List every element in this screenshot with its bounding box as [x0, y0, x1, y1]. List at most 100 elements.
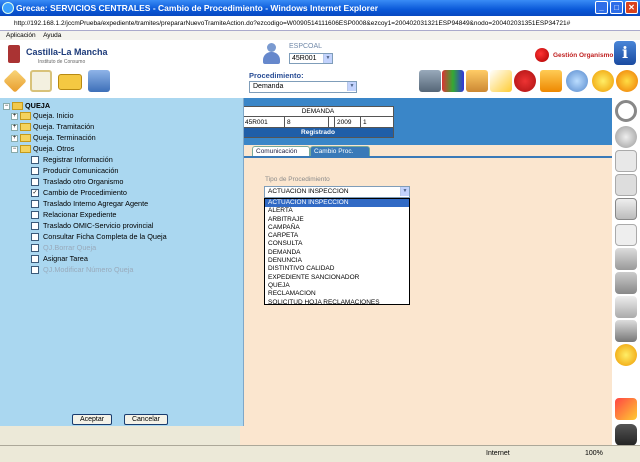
pages-icon[interactable]	[615, 174, 637, 196]
checkbox[interactable]	[31, 200, 39, 209]
computer-icon[interactable]	[419, 70, 441, 92]
gestion-icon[interactable]	[535, 48, 549, 62]
close-button[interactable]: ✕	[625, 1, 638, 14]
dropdown-option[interactable]: DEMANDA	[265, 249, 409, 257]
tree-item[interactable]: Traslado Interno Agregar Agente	[31, 199, 148, 209]
dropdown-option[interactable]: CONSULTA	[265, 240, 409, 248]
dropdown-option[interactable]: RECLAMACION	[265, 290, 409, 298]
gestion-organismo-link[interactable]: Gestión Organismo	[553, 52, 613, 59]
dropdown-option[interactable]: DISTINTIVO CALIDAD	[265, 265, 409, 273]
checkbox-checked[interactable]: ✓	[31, 189, 39, 198]
globe-icon[interactable]	[566, 70, 588, 92]
printer-icon[interactable]	[615, 248, 637, 270]
expediente-title: DEMANDA	[243, 107, 393, 117]
dropdown-option[interactable]: ACTUACION INSPECCION	[265, 199, 409, 208]
expediente-status: Registrado	[243, 128, 393, 137]
dropdown-option[interactable]: CAMPAÑA	[265, 224, 409, 232]
menu-aplicacion[interactable]: Aplicación	[6, 32, 36, 39]
folder-icon[interactable]	[58, 74, 82, 90]
user-icon	[262, 43, 280, 65]
chevron-down-icon: ▼	[400, 187, 409, 196]
address-bar[interactable]: http://192.168.1.2/jccmPrueba/expediente…	[0, 16, 640, 31]
tab-comunicacion[interactable]: Comunicación	[252, 146, 310, 156]
tab-cambio-proc[interactable]: Cambio Proc.	[310, 146, 370, 156]
checkbox[interactable]	[31, 211, 39, 220]
dropdown-option[interactable]: EXPEDIENTE SANCIONADOR	[265, 274, 409, 282]
document-icon[interactable]	[615, 150, 637, 172]
dropdown-option[interactable]: QUEJA	[265, 282, 409, 290]
minimize-button[interactable]: _	[595, 1, 608, 14]
save-disk-icon[interactable]	[88, 70, 110, 92]
fax-icon[interactable]	[615, 320, 637, 342]
procedimiento-select[interactable]: Demanda ▼	[249, 81, 357, 93]
expand-icon[interactable]: +	[11, 123, 18, 131]
expediente-field: 45R001	[243, 117, 285, 127]
ball-icon[interactable]	[514, 70, 536, 92]
exit-car-icon[interactable]	[615, 424, 637, 446]
tipo-procedimiento-select[interactable]: ACTUACION INSPECCION ▼	[264, 186, 410, 198]
dropdown-option[interactable]: ALERTA	[265, 207, 409, 215]
user-select-value: 45R001	[292, 55, 317, 62]
dropdown-option[interactable]: DENUNCIA	[265, 257, 409, 265]
tree-item[interactable]: Producir Comunicación	[31, 166, 118, 176]
tree-folder[interactable]: + Queja. Inicio	[11, 111, 74, 121]
envelope-icon[interactable]	[490, 70, 512, 92]
magnifier-icon[interactable]	[615, 100, 637, 122]
collapse-icon[interactable]: −	[3, 102, 10, 110]
sun-icon[interactable]	[616, 70, 638, 92]
ie-icon	[2, 2, 14, 14]
cylinder-icon[interactable]	[615, 296, 637, 318]
expand-icon[interactable]: +	[11, 134, 18, 142]
disk-icon[interactable]	[615, 198, 637, 220]
checkbox[interactable]	[31, 233, 39, 242]
cancelar-button[interactable]: Cancelar	[124, 414, 168, 425]
document-icon[interactable]	[30, 70, 52, 92]
checkbox[interactable]	[31, 222, 39, 231]
tree-item[interactable]: Traslado OMIC-Servicio provincial	[31, 221, 153, 231]
tree-item[interactable]: Relacionar Expediente	[31, 210, 116, 220]
back-icon[interactable]	[615, 126, 637, 148]
tab-divider	[240, 156, 612, 158]
checkbox	[31, 244, 39, 253]
zoom-level[interactable]: 100%	[585, 446, 603, 462]
tree-item[interactable]: Asignar Tarea	[31, 254, 88, 264]
books-icon[interactable]	[442, 70, 464, 92]
expand-icon[interactable]: +	[11, 112, 18, 120]
checkbox[interactable]	[31, 255, 39, 264]
aceptar-button[interactable]: Aceptar	[72, 414, 112, 425]
menu-ayuda[interactable]: Ayuda	[43, 32, 61, 39]
tree-item[interactable]: Registrar Información	[31, 155, 113, 165]
checkbox[interactable]	[31, 156, 39, 165]
checkbox[interactable]	[31, 167, 39, 176]
scanner-icon[interactable]	[615, 272, 637, 294]
chevron-down-icon: ▼	[347, 82, 356, 91]
dropdown-option[interactable]: CARPETA	[265, 232, 409, 240]
tree-folder[interactable]: − Queja. Otros	[11, 144, 74, 154]
tree-item[interactable]: ✓ Cambio de Procedimiento	[31, 188, 127, 198]
edit-icon[interactable]	[615, 224, 637, 246]
procedimiento-label: Procedimiento:	[249, 71, 304, 80]
checkbox[interactable]	[31, 178, 39, 187]
tipo-procedimiento-label: Tipo de Procedimiento	[265, 176, 330, 183]
tree-folder[interactable]: + Queja. Tramitación	[11, 122, 94, 132]
collapse-icon[interactable]: −	[11, 145, 18, 153]
gear-icon[interactable]	[592, 70, 614, 92]
maximize-button[interactable]: □	[610, 1, 623, 14]
window-titlebar: Grecae: SERVICIOS CENTRALES - Cambio de …	[0, 0, 640, 16]
tree-item[interactable]: Traslado otro Organismo	[31, 177, 123, 187]
archive-icon[interactable]	[466, 70, 488, 92]
user-select[interactable]: 45R001 ▼	[289, 53, 333, 64]
zone-internet: Internet	[486, 450, 510, 457]
folder-icon	[20, 112, 31, 121]
info-icon[interactable]: i	[614, 41, 636, 65]
tree-folder[interactable]: + Queja. Terminación	[11, 133, 96, 143]
dropdown-option[interactable]: SOLICITUD HOJA RECLAMACIONES	[265, 299, 409, 307]
tools-icon[interactable]	[615, 398, 637, 420]
tag-icon[interactable]	[3, 69, 27, 93]
settings-sun-icon[interactable]	[615, 344, 637, 366]
tree-root[interactable]: − QUEJA	[3, 101, 50, 111]
dropdown-option[interactable]: ARBITRAJE	[265, 216, 409, 224]
logo-subtitle: Instituto de Consumo	[38, 59, 86, 65]
tree-item[interactable]: Consultar Ficha Completa de la Queja	[31, 232, 167, 242]
people-icon[interactable]	[540, 70, 562, 92]
